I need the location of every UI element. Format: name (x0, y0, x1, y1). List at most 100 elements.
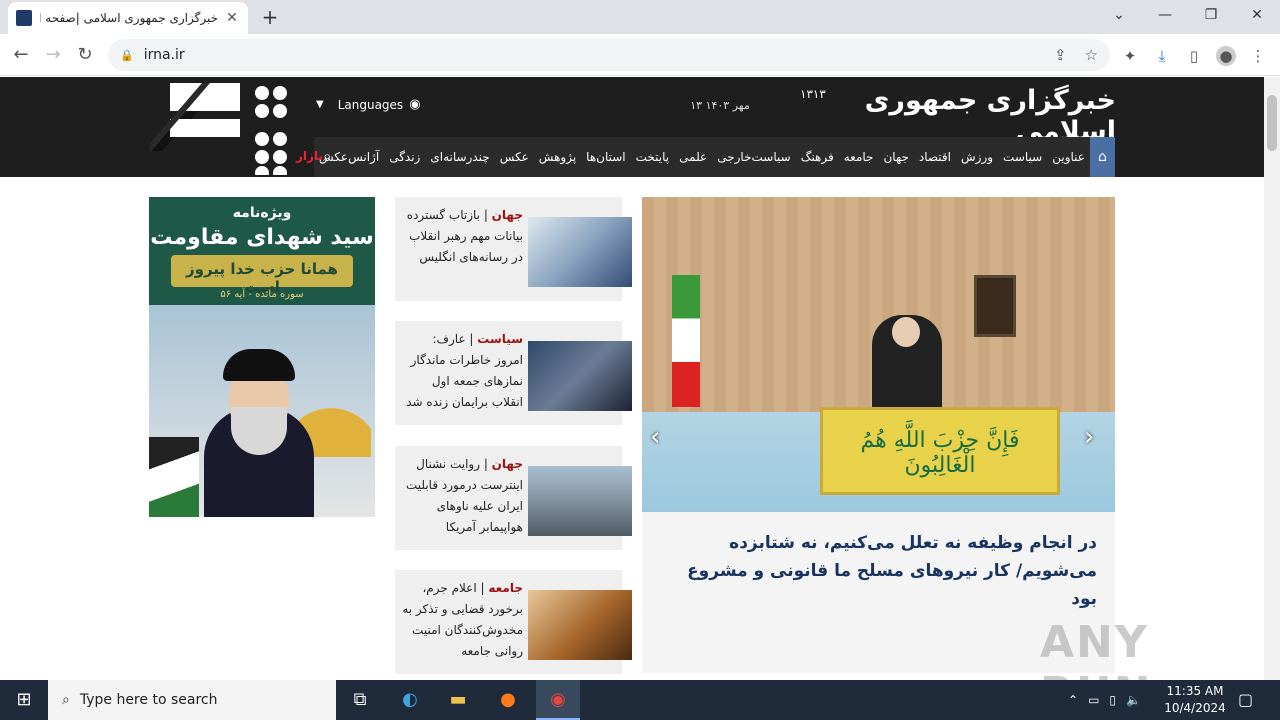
special-issue-banner[interactable]: ویژه‌نامه سید شهدای مقاومت همانا حزب خدا… (149, 197, 375, 517)
nav-item[interactable]: علمی (674, 150, 712, 164)
bookmark-star-icon[interactable]: ☆ (1085, 46, 1098, 64)
clock-date: 10/4/2024 (1164, 701, 1226, 715)
nav-item[interactable]: ورزش (956, 150, 998, 164)
nav-item[interactable]: اقتصاد (914, 150, 956, 164)
display-icon[interactable]: ▯ (1109, 693, 1116, 707)
languages-dropdown[interactable]: ▼ Languages ◉ (316, 97, 421, 112)
windows-taskbar: ⊞ ⌕ Type here to search ⧉ ◐ ▬ ● ◉ ⌃ ▭ ▯ … (0, 680, 1280, 720)
nav-item[interactable]: عکس (495, 150, 534, 164)
search-icon: ⌕ (62, 692, 70, 708)
page-scrollbar[interactable] (1264, 77, 1280, 680)
flag-image (149, 437, 199, 517)
news-thumbnail[interactable] (528, 217, 632, 287)
share-icon[interactable]: ⇪ (1054, 46, 1067, 64)
globe-icon: ◉ (409, 97, 421, 112)
nav-item[interactable]: جامعه (839, 150, 879, 164)
system-tray: ⌃ ▭ ▯ 🔈 (1068, 680, 1141, 720)
task-view-icon[interactable]: ⧉ (340, 684, 380, 716)
irna-logo-icon[interactable] (150, 79, 290, 175)
nav-item[interactable]: چندرسانه‌ای (425, 150, 494, 164)
forward-arrow-icon[interactable]: → (40, 42, 66, 68)
lock-icon[interactable]: 🔒 (120, 49, 134, 62)
browser-tab[interactable]: خبرگزاری جمهوری اسلامی |صفحه اص ✕ (8, 2, 248, 34)
nav-item[interactable]: زندگی (384, 150, 425, 164)
nav-item[interactable]: پایتخت (631, 150, 675, 164)
main-nav: ⌂ عناوین سیاست ورزش اقتصاد جهان جامعه فر… (314, 137, 1115, 177)
news-card[interactable]: سیاست | عارف: امروز خاطرات ماندگار نمازه… (395, 321, 632, 425)
news-category[interactable]: جهان (492, 457, 523, 471)
podium: فَإِنَّ حِزْبَ اللَّهِ هُمُ الْغَالِبُون… (820, 407, 1060, 495)
site-title[interactable]: خبرگزاری جمهوری اسلامی (800, 85, 1117, 147)
network-icon[interactable]: ▭ (1088, 693, 1099, 707)
slider-next-icon[interactable]: › (1084, 422, 1094, 452)
site-header: خبرگزاری جمهوری اسلامی ۱۳۱۳ ۱۳ مهر ۱۴۰۳ … (0, 77, 1264, 177)
news-category[interactable]: سیاست (477, 332, 523, 346)
nav-item[interactable]: پژوهش (534, 150, 581, 164)
news-text[interactable]: سیاست | عارف: امروز خاطرات ماندگار نمازه… (401, 329, 523, 413)
chrome-icon[interactable]: ◉ (538, 684, 578, 716)
nav-item[interactable]: سیاست‌خارجی (712, 150, 795, 164)
slider-prev-icon[interactable]: ‹ (650, 422, 660, 452)
nav-item[interactable]: سیاست (998, 150, 1047, 164)
restore-button[interactable]: ❐ (1188, 0, 1234, 30)
banner-line1: ویژه‌نامه (232, 205, 292, 221)
nav-item[interactable]: جهان (878, 150, 913, 164)
taskbar-clock[interactable]: 11:35 AM 10/4/2024 (1160, 683, 1230, 717)
anyrun-watermark: ANY RUN (1040, 617, 1150, 680)
taskbar-search-box[interactable]: ⌕ Type here to search (48, 680, 336, 720)
hero-image[interactable]: فَإِنَّ حِزْبَ اللَّهِ هُمُ الْغَالِبُون… (642, 197, 1115, 512)
flag-image (672, 275, 700, 407)
speaker-face (892, 317, 920, 347)
search-icon[interactable]: ⌕ (323, 147, 331, 165)
reload-icon[interactable]: ↻ (72, 42, 98, 68)
news-category[interactable]: جامعه (488, 581, 523, 595)
profile-avatar-icon[interactable]: ● (1216, 46, 1236, 66)
site-favicon-icon (16, 10, 32, 26)
news-thumbnail[interactable] (528, 466, 632, 536)
news-text[interactable]: جهان | روایت نشنال اینترست درمورد قابلیت… (401, 454, 523, 538)
podium-calligraphy: فَإِنَّ حِزْبَ اللَّهِ هُمُ الْغَالِبُون… (860, 428, 1020, 478)
nav-item[interactable]: فرهنگ (796, 150, 839, 164)
edge-browser-icon[interactable]: ◐ (390, 684, 430, 716)
back-arrow-icon[interactable]: ← (8, 42, 34, 68)
windows-start-icon[interactable]: ⊞ (0, 680, 48, 720)
nav-item[interactable]: استان‌ها (581, 150, 630, 164)
search-placeholder: Type here to search (79, 692, 218, 708)
news-card[interactable]: جهان | روایت نشنال اینترست درمورد قابلیت… (395, 446, 632, 550)
news-thumbnail[interactable] (528, 341, 632, 411)
menu-kebab-icon[interactable]: ⋮ (1248, 46, 1268, 66)
volume-icon[interactable]: 🔈 (1126, 693, 1141, 707)
url-text[interactable]: irna.ir (144, 47, 1036, 63)
close-window-button[interactable]: ✕ (1234, 0, 1280, 30)
notification-icon[interactable]: ▢ (1238, 690, 1253, 709)
file-explorer-icon[interactable]: ▬ (438, 684, 478, 716)
side-panel-icon[interactable]: ▯ (1184, 46, 1204, 66)
minimize-button[interactable]: — (1142, 0, 1188, 30)
news-card[interactable]: جامعه | اعلام جرم، برخورد قضایی و تذکر ب… (395, 570, 632, 674)
news-card[interactable]: جهان | بازتاب گسترده بیانات مهم رهبر انق… (395, 197, 632, 301)
nav-bazaar-link[interactable]: بازار (296, 149, 323, 163)
clock-time: 11:35 AM (1166, 684, 1224, 698)
web-page: خبرگزاری جمهوری اسلامی ۱۳۱۳ ۱۳ مهر ۱۴۰۳ … (0, 77, 1264, 680)
chevron-down-icon: ▼ (316, 99, 324, 110)
tab-close-icon[interactable]: ✕ (224, 10, 240, 26)
download-icon[interactable]: ⤓ (1152, 46, 1172, 66)
portrait-image (974, 275, 1016, 337)
languages-label: Languages (337, 97, 404, 112)
hero-headline[interactable]: در انجام وظیفه نه تعلل می‌کنیم، نه شتابز… (662, 529, 1097, 613)
news-thumbnail[interactable] (528, 590, 632, 660)
extensions-puzzle-icon[interactable]: ✦ (1120, 46, 1140, 66)
home-icon[interactable]: ⌂ (1089, 137, 1115, 177)
news-text[interactable]: جهان | بازتاب گسترده بیانات مهم رهبر انق… (401, 205, 523, 268)
site-year: ۱۳۱۳ (800, 87, 826, 101)
nav-item[interactable]: عناوین (1047, 150, 1090, 164)
news-category[interactable]: جهان (492, 208, 523, 222)
news-text[interactable]: جامعه | اعلام جرم، برخورد قضایی و تذکر ب… (401, 578, 523, 662)
tab-title: خبرگزاری جمهوری اسلامی |صفحه اص (40, 11, 218, 25)
tab-search-chevron-icon[interactable]: ⌄ (1096, 0, 1142, 30)
tray-chevron-up-icon[interactable]: ⌃ (1068, 693, 1078, 707)
new-tab-button[interactable]: + (258, 6, 282, 30)
address-bar[interactable]: 🔒 irna.ir ⇪ ☆ (108, 39, 1110, 71)
scrollbar-thumb[interactable] (1267, 95, 1277, 151)
firefox-icon[interactable]: ● (488, 684, 528, 716)
